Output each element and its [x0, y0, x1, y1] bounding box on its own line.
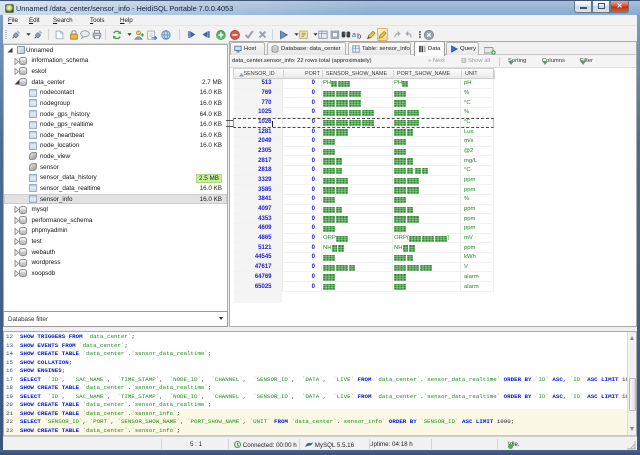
- svg-text:b: b: [357, 32, 361, 39]
